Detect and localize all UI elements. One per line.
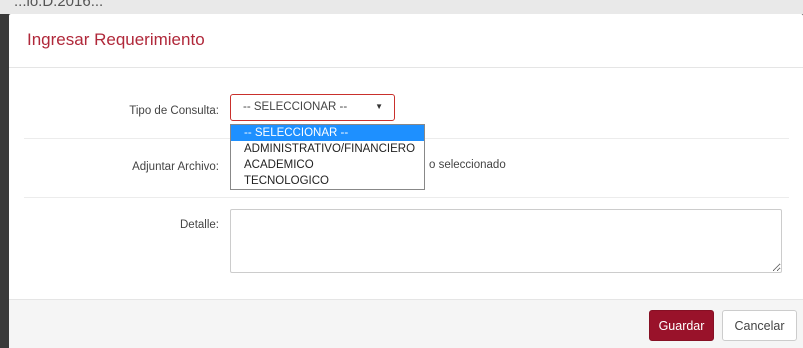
dropdown-option[interactable]: ADMINISTRATIVO/FINANCIERO bbox=[231, 141, 424, 157]
tipo-consulta-dropdown: -- SELECCIONAR -- ADMINISTRATIVO/FINANCI… bbox=[230, 124, 425, 190]
tipo-consulta-label: Tipo de Consulta: bbox=[129, 105, 219, 117]
cancelar-button[interactable]: Cancelar bbox=[722, 310, 797, 341]
modal-header: Ingresar Requerimiento bbox=[9, 14, 803, 68]
background-page: ...io.D.2016... bbox=[0, 0, 803, 14]
dropdown-option[interactable]: TECNOLOGICO bbox=[231, 173, 424, 189]
detalle-textarea[interactable] bbox=[230, 209, 782, 273]
tipo-consulta-value: -- SELECCIONAR -- bbox=[243, 101, 348, 113]
tipo-consulta-select[interactable]: -- SELECCIONAR -- ▼ bbox=[230, 94, 395, 121]
form-row-detalle: Detalle: bbox=[24, 197, 789, 285]
dropdown-option[interactable]: -- SELECCIONAR -- bbox=[231, 125, 424, 141]
modal-footer: Guardar Cancelar bbox=[9, 299, 803, 348]
file-status-text: o seleccionado bbox=[429, 159, 506, 171]
modal-title: Ingresar Requerimiento bbox=[27, 30, 205, 49]
background-text: ...io.D.2016... bbox=[14, 0, 104, 10]
adjuntar-archivo-label: Adjuntar Archivo: bbox=[132, 161, 219, 173]
guardar-button[interactable]: Guardar bbox=[649, 310, 714, 341]
detalle-label: Detalle: bbox=[180, 219, 219, 231]
dropdown-option[interactable]: ACADEMICO bbox=[231, 157, 424, 173]
chevron-down-icon: ▼ bbox=[375, 102, 383, 111]
